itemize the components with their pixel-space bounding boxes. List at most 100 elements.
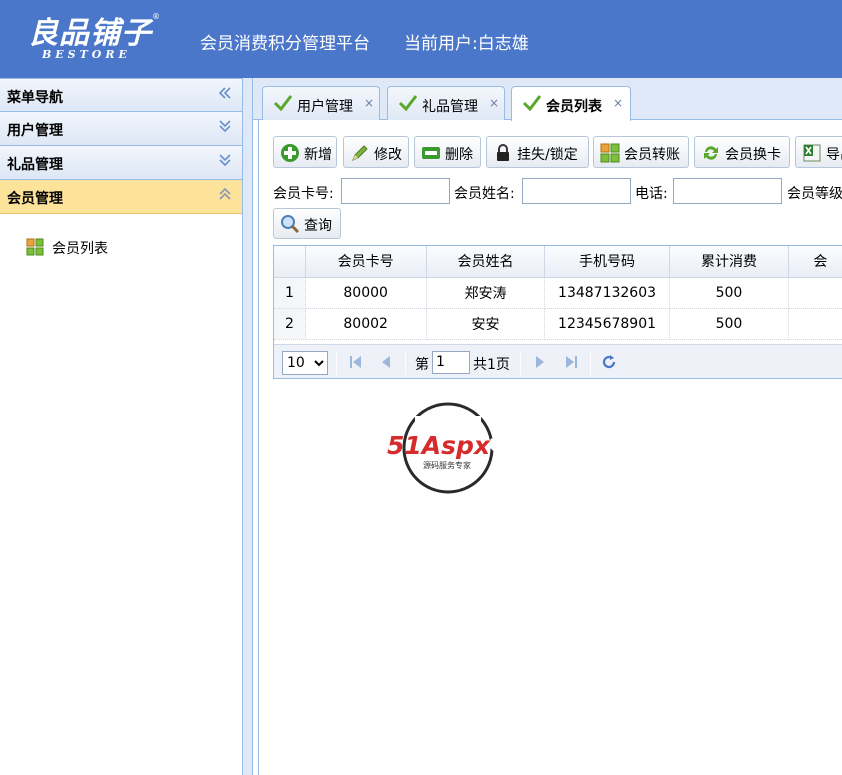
button-label: 修改 xyxy=(374,147,402,163)
watermark-tagline: 源码服务专家 xyxy=(423,461,471,470)
sidebar-panel-gift-management[interactable]: 礼品管理 xyxy=(0,146,242,180)
last-page-icon[interactable] xyxy=(561,352,581,372)
tab-member-list[interactable]: 会员列表 × xyxy=(511,86,631,121)
column-header-card-number[interactable]: 会员卡号 xyxy=(305,246,427,278)
bestore-logo: 良品铺子 ® BESTORE xyxy=(26,6,166,66)
button-label: 导出 xyxy=(826,147,842,163)
row-number-header xyxy=(274,246,306,278)
platform-title: 会员消费积分管理平台 xyxy=(200,34,370,54)
minus-icon xyxy=(421,143,441,163)
logo-registered-mark: ® xyxy=(152,12,160,21)
search-icon xyxy=(280,214,300,234)
collapse-up-icon[interactable] xyxy=(218,187,232,205)
button-label: 挂失/锁定 xyxy=(517,147,578,163)
column-header-phone[interactable]: 手机号码 xyxy=(544,246,670,278)
excel-icon xyxy=(802,143,822,163)
delete-button[interactable]: 删除 xyxy=(414,136,481,168)
sidebar: 菜单导航 用户管理 礼品管理 会员管理 会员列表 xyxy=(0,78,243,775)
phone-input[interactable] xyxy=(673,178,782,204)
edit-button[interactable]: 修改 xyxy=(343,136,409,168)
card-number-label: 会员卡号: xyxy=(273,186,334,202)
member-level-label: 会员等级 xyxy=(787,186,842,202)
collapse-left-icon[interactable] xyxy=(218,86,232,104)
checkmark-icon xyxy=(273,93,293,113)
page-label: 第 xyxy=(415,357,429,373)
cell-total-spend: 500 xyxy=(669,308,790,340)
prev-page-icon[interactable] xyxy=(376,352,396,372)
pencil-icon xyxy=(350,143,370,163)
page-number-input[interactable]: 1 xyxy=(432,351,470,374)
button-label: 新增 xyxy=(304,147,332,163)
cell-more xyxy=(788,277,842,309)
tab-user-management[interactable]: 用户管理 × xyxy=(262,86,380,120)
panel-label: 礼品管理 xyxy=(7,157,63,173)
row-number: 2 xyxy=(274,308,306,340)
button-label: 查询 xyxy=(304,218,332,234)
cell-card-number: 80000 xyxy=(305,277,427,309)
next-page-icon[interactable] xyxy=(530,352,550,372)
cell-total-spend: 500 xyxy=(669,277,790,309)
expand-down-icon[interactable] xyxy=(218,153,232,171)
51aspx-watermark-logo: 51Aspx 源码服务专家 xyxy=(385,401,515,495)
tab-label: 会员列表 xyxy=(546,99,602,115)
member-name-input[interactable] xyxy=(522,178,631,204)
export-button[interactable]: 导出 xyxy=(795,136,842,168)
button-label: 会员转账 xyxy=(624,147,680,163)
member-card-change-button[interactable]: 会员换卡 xyxy=(694,136,790,168)
column-header-member-name[interactable]: 会员姓名 xyxy=(426,246,546,278)
cell-member-name: 安安 xyxy=(426,308,546,340)
cell-card-number: 80002 xyxy=(305,308,427,340)
watermark-brand: 51Aspx xyxy=(387,431,491,460)
logo-text: 良品铺子 xyxy=(28,16,152,51)
table-row[interactable]: 1 80000 郑安涛 13487132603 500 xyxy=(274,277,842,309)
first-page-icon[interactable] xyxy=(346,352,366,372)
member-transfer-button[interactable]: 会员转账 xyxy=(593,136,689,168)
add-button[interactable]: 新增 xyxy=(273,136,337,168)
refresh-arrows-icon xyxy=(701,143,721,163)
cell-member-name: 郑安涛 xyxy=(426,277,546,309)
cell-phone: 13487132603 xyxy=(544,277,670,309)
column-header-more[interactable]: 会 xyxy=(788,246,842,278)
member-name-label: 会员姓名: xyxy=(454,186,515,202)
tab-gift-management[interactable]: 礼品管理 × xyxy=(387,86,505,120)
pager-separator xyxy=(590,351,591,375)
query-button[interactable]: 查询 xyxy=(273,208,341,239)
sidebar-panel-member-management[interactable]: 会员管理 xyxy=(0,180,242,214)
grid-header-row: 会员卡号 会员姓名 手机号码 累计消费 会 xyxy=(274,246,842,278)
main-area: 用户管理 × 礼品管理 × 会员列表 × 新增 修改 删除 挂失/锁定 会员转账… xyxy=(253,78,842,775)
sidebar-panel-user-management[interactable]: 用户管理 xyxy=(0,112,242,146)
plus-icon xyxy=(280,143,300,163)
panel-label: 用户管理 xyxy=(7,123,63,139)
checkmark-icon xyxy=(522,93,542,113)
lock-icon xyxy=(493,143,513,163)
cell-more xyxy=(788,308,842,340)
close-icon[interactable]: × xyxy=(364,96,374,110)
pager-separator xyxy=(405,351,406,375)
splitter[interactable] xyxy=(243,78,253,775)
report-loss-lock-button[interactable]: 挂失/锁定 xyxy=(486,136,589,168)
refresh-icon[interactable] xyxy=(599,352,619,372)
tab-label: 礼品管理 xyxy=(422,99,478,115)
member-list-panel: 新增 修改 删除 挂失/锁定 会员转账 会员换卡 导 会员卡号: 会员姓名: 电… xyxy=(258,120,842,775)
close-icon[interactable]: × xyxy=(613,96,623,110)
button-label: 删除 xyxy=(445,147,473,163)
expand-down-icon[interactable] xyxy=(218,119,232,137)
card-number-input[interactable] xyxy=(341,178,450,204)
current-user: 当前用户:白志雄 xyxy=(404,34,529,54)
pager-separator xyxy=(336,351,337,375)
member-grid: 会员卡号 会员姓名 手机号码 累计消费 会 1 80000 郑安涛 134871… xyxy=(273,245,842,379)
column-header-total-spend[interactable]: 累计消费 xyxy=(669,246,790,278)
checkmark-icon xyxy=(398,93,418,113)
sidebar-header-menu-nav[interactable]: 菜单导航 xyxy=(0,78,242,112)
grid-icon xyxy=(600,143,620,163)
cell-phone: 12345678901 xyxy=(544,308,670,340)
tab-label: 用户管理 xyxy=(297,99,353,115)
table-row[interactable]: 2 80002 安安 12345678901 500 xyxy=(274,308,842,340)
total-pages-label: 共1页 xyxy=(473,357,510,373)
pager: 10 第 1 共1页 xyxy=(274,344,842,378)
grid-icon xyxy=(26,238,44,256)
panel-label: 会员管理 xyxy=(7,191,63,207)
page-size-select[interactable]: 10 xyxy=(282,351,328,375)
close-icon[interactable]: × xyxy=(489,96,499,110)
sidebar-header-label: 菜单导航 xyxy=(7,90,63,106)
